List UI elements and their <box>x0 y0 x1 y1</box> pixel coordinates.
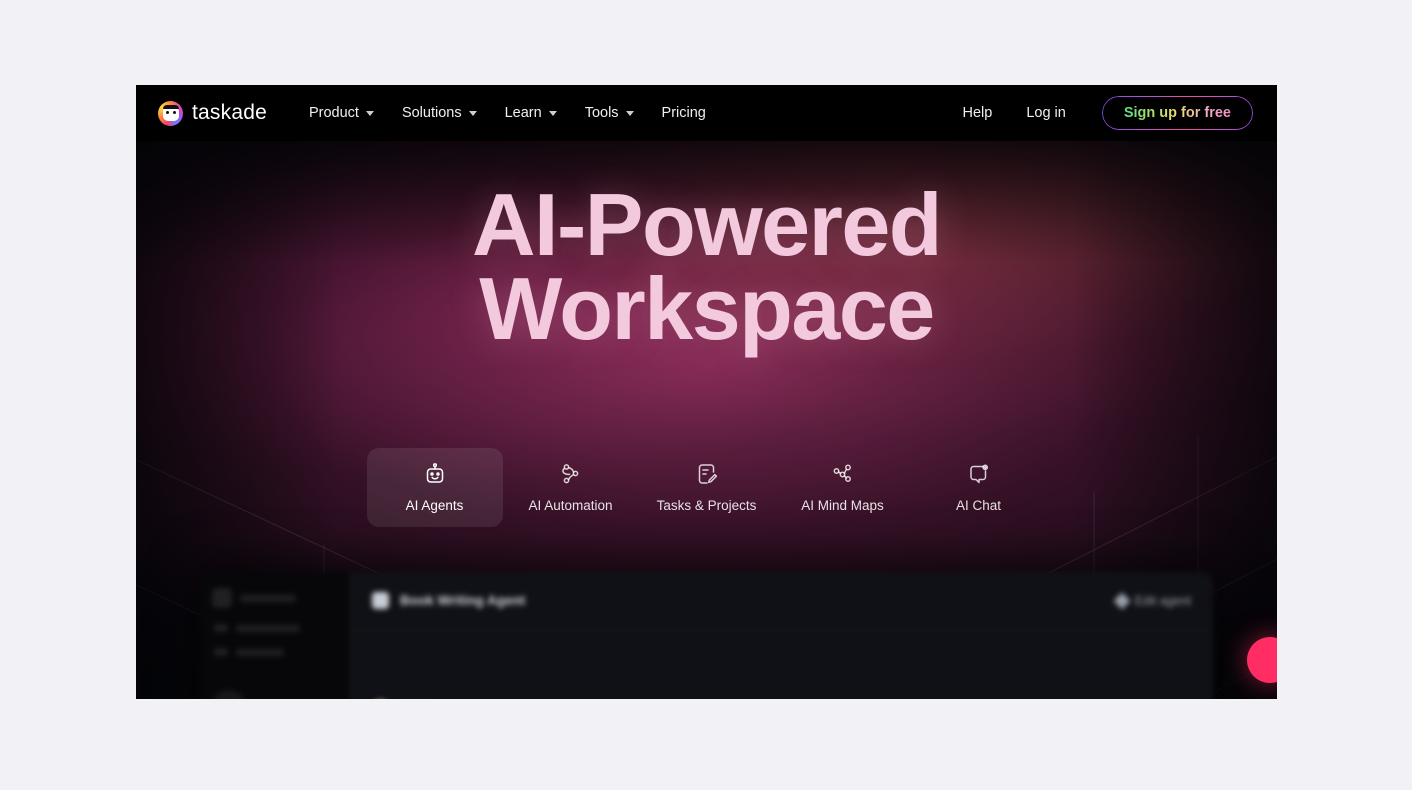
nav-item-login[interactable]: Log in <box>1012 99 1080 127</box>
screenshot-root: taskade Product Solutions Learn Tools Pr… <box>0 0 1412 790</box>
sign-up-button-label: Sign up for free <box>1123 105 1231 121</box>
nav-item-product[interactable]: Product <box>295 99 388 127</box>
tab-label: AI Chat <box>955 498 1002 513</box>
nav-item-learn[interactable]: Learn <box>491 99 571 127</box>
nav-item-solutions[interactable]: Solutions <box>388 99 491 127</box>
edit-agent-label: Edit agent <box>1134 593 1191 608</box>
app-preview-spacer <box>350 630 1213 682</box>
app-preview-mockup: Book Writing Agent Edit agent Emily Crea… <box>200 572 1213 699</box>
app-preview-main: Book Writing Agent Edit agent Emily Crea… <box>350 572 1213 699</box>
nav-item-label: Tools <box>584 105 619 121</box>
primary-nav: Product Solutions Learn Tools Pricing <box>295 99 720 127</box>
tab-label: AI Mind Maps <box>801 498 884 513</box>
website-viewport: taskade Product Solutions Learn Tools Pr… <box>136 85 1277 699</box>
app-preview-title: Book Writing Agent <box>400 593 526 608</box>
hero-section: AI-Powered Workspace AI Agents AI Automa… <box>136 141 1277 699</box>
tab-label: AI Automation <box>528 498 613 513</box>
chevron-down-icon <box>365 110 374 116</box>
app-preview-header: Book Writing Agent Edit agent <box>350 572 1213 630</box>
robot-icon <box>423 462 447 486</box>
chevron-down-icon <box>625 110 634 116</box>
share-nodes-icon <box>831 462 855 486</box>
tab-ai-automation[interactable]: AI Automation <box>503 448 639 527</box>
chat-message: Emily Create engaging characters for you… <box>350 682 1213 699</box>
tab-label: Tasks & Projects <box>656 498 757 513</box>
nav-item-label: Learn <box>504 105 542 121</box>
nav-item-help[interactable]: Help <box>949 99 1007 127</box>
sidebar-icon-placeholder <box>212 588 232 608</box>
page-title: AI-Powered Workspace <box>136 181 1277 358</box>
top-navbar: taskade Product Solutions Learn Tools Pr… <box>136 85 1277 141</box>
brand-name: taskade <box>192 101 267 124</box>
nav-item-pricing[interactable]: Pricing <box>648 99 720 127</box>
secondary-nav: Help Log in Sign up for free <box>949 96 1253 130</box>
hero-title-line-2: Workspace <box>479 258 935 358</box>
chevron-down-icon <box>468 110 477 116</box>
tab-ai-mind-maps[interactable]: AI Mind Maps <box>775 448 911 527</box>
tab-ai-agents[interactable]: AI Agents <box>366 448 503 527</box>
nav-item-label: Solutions <box>401 105 462 121</box>
document-pencil-icon <box>695 462 719 486</box>
feature-tabs: AI Agents AI Automation Tasks & Projects… <box>136 448 1277 527</box>
taskade-logo-icon <box>158 100 183 126</box>
nav-item-tools[interactable]: Tools <box>571 99 648 127</box>
edit-agent-button[interactable]: Edit agent <box>1113 592 1191 609</box>
app-preview-sidebar <box>200 572 350 699</box>
brand-logo[interactable]: taskade <box>158 100 267 126</box>
chevron-down-icon <box>548 110 557 116</box>
chat-sparkle-icon <box>967 462 991 486</box>
pencil-icon <box>1113 592 1131 609</box>
nav-item-label: Pricing <box>661 105 706 121</box>
tab-label: AI Agents <box>405 498 464 513</box>
tab-tasks-projects[interactable]: Tasks & Projects <box>639 448 775 527</box>
nav-item-label: Product <box>308 105 359 121</box>
sign-up-button[interactable]: Sign up for free <box>1101 96 1253 130</box>
tab-ai-chat[interactable]: AI Chat <box>911 448 1047 527</box>
agent-avatar <box>372 592 389 609</box>
automation-flow-icon <box>559 462 583 486</box>
